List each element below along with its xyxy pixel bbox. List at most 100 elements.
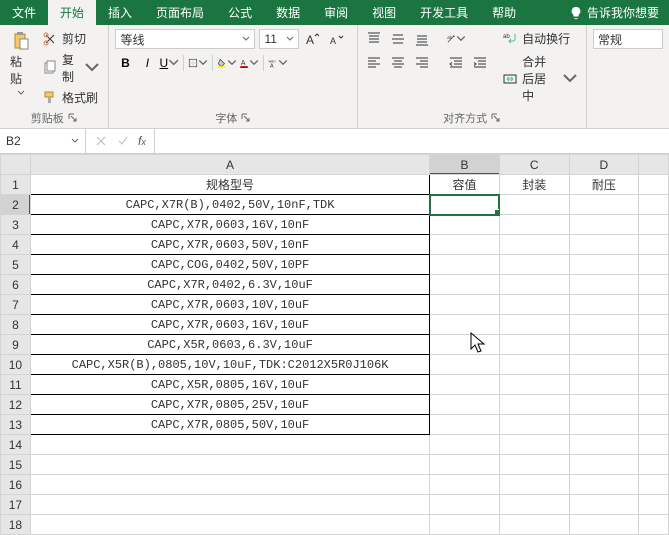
menu-tab-file[interactable]: 文件	[0, 0, 48, 25]
cell[interactable]	[430, 515, 500, 535]
cell[interactable]	[430, 295, 500, 315]
col-header-B[interactable]: B	[430, 155, 500, 175]
menu-tab-devtools[interactable]: 开发工具	[408, 0, 480, 25]
cell[interactable]: CAPC,X7R,0603,16V,10uF	[30, 315, 429, 335]
menu-tab-data[interactable]: 数据	[264, 0, 312, 25]
cell[interactable]	[639, 275, 669, 295]
row-header[interactable]: 5	[1, 255, 31, 275]
border-button[interactable]	[188, 53, 208, 73]
cell[interactable]	[569, 375, 639, 395]
dialog-launcher-icon[interactable]	[68, 113, 78, 123]
cell[interactable]	[430, 315, 500, 335]
cell[interactable]	[430, 395, 500, 415]
cell[interactable]	[569, 415, 639, 435]
cell[interactable]	[569, 195, 639, 215]
decrease-font-button[interactable]: A	[327, 29, 347, 49]
cell[interactable]	[499, 455, 569, 475]
cell[interactable]	[569, 395, 639, 415]
cell[interactable]	[430, 355, 500, 375]
fill-color-button[interactable]	[217, 53, 237, 73]
copy-button[interactable]: 复制	[40, 50, 102, 86]
row-header[interactable]: 14	[1, 435, 31, 455]
row-header[interactable]: 1	[1, 175, 31, 195]
col-header-A[interactable]: A	[30, 155, 429, 175]
cell[interactable]	[499, 255, 569, 275]
cell[interactable]	[430, 475, 500, 495]
row-header[interactable]: 10	[1, 355, 31, 375]
cell[interactable]	[639, 315, 669, 335]
row-header[interactable]: 13	[1, 415, 31, 435]
cell[interactable]	[569, 315, 639, 335]
cell[interactable]	[499, 435, 569, 455]
row-header[interactable]: 9	[1, 335, 31, 355]
cell[interactable]	[430, 455, 500, 475]
menu-tab-pagelayout[interactable]: 页面布局	[144, 0, 216, 25]
cell[interactable]	[430, 435, 500, 455]
cell[interactable]	[430, 335, 500, 355]
cell[interactable]	[639, 435, 669, 455]
cell[interactable]	[569, 235, 639, 255]
italic-button[interactable]: I	[137, 53, 157, 73]
cell[interactable]	[569, 215, 639, 235]
col-header-E[interactable]	[639, 155, 669, 175]
menu-tab-view[interactable]: 视图	[360, 0, 408, 25]
cell[interactable]	[499, 495, 569, 515]
cell[interactable]	[639, 235, 669, 255]
cell[interactable]: 封装	[499, 175, 569, 195]
align-bottom-button[interactable]	[412, 29, 432, 49]
number-format-combo[interactable]: 常规	[593, 29, 663, 49]
cell[interactable]: 容值	[430, 175, 500, 195]
row-header[interactable]: 18	[1, 515, 31, 535]
col-header-C[interactable]: C	[499, 155, 569, 175]
select-all-corner[interactable]	[1, 155, 31, 175]
cell[interactable]	[30, 435, 429, 455]
cell[interactable]	[499, 295, 569, 315]
align-left-button[interactable]	[364, 53, 384, 73]
cell[interactable]: CAPC,X7R,0805,50V,10uF	[30, 415, 429, 435]
cell[interactable]	[499, 195, 569, 215]
row-header[interactable]: 3	[1, 215, 31, 235]
cell[interactable]	[569, 335, 639, 355]
cell[interactable]: CAPC,X5R,0805,16V,10uF	[30, 375, 429, 395]
paste-button[interactable]: 粘贴	[6, 29, 36, 108]
cell[interactable]: CAPC,X7R(B),0402,50V,10nF,TDK	[30, 195, 429, 215]
cell[interactable]	[499, 475, 569, 495]
cell[interactable]	[430, 235, 500, 255]
menu-tab-help[interactable]: 帮助	[480, 0, 528, 25]
row-header[interactable]: 17	[1, 495, 31, 515]
cell[interactable]	[499, 415, 569, 435]
increase-font-button[interactable]: A	[303, 29, 323, 49]
cell[interactable]	[499, 215, 569, 235]
font-size-combo[interactable]: 11	[259, 29, 299, 49]
cell[interactable]	[430, 275, 500, 295]
row-header[interactable]: 16	[1, 475, 31, 495]
cell[interactable]	[639, 475, 669, 495]
align-middle-button[interactable]	[388, 29, 408, 49]
cell[interactable]: CAPC,X7R,0603,16V,10nF	[30, 215, 429, 235]
col-header-D[interactable]: D	[569, 155, 639, 175]
cell[interactable]	[569, 295, 639, 315]
cell[interactable]	[569, 475, 639, 495]
row-header[interactable]: 15	[1, 455, 31, 475]
cell[interactable]	[30, 455, 429, 475]
cell[interactable]	[430, 495, 500, 515]
row-header[interactable]: 7	[1, 295, 31, 315]
cell[interactable]	[430, 215, 500, 235]
cell[interactable]	[499, 335, 569, 355]
cell[interactable]	[569, 255, 639, 275]
cell[interactable]: CAPC,X7R,0805,25V,10uF	[30, 395, 429, 415]
cell[interactable]: CAPC,X7R,0402,6.3V,10uF	[30, 275, 429, 295]
cell[interactable]: 规格型号	[30, 175, 429, 195]
cell[interactable]	[569, 495, 639, 515]
cell[interactable]	[499, 515, 569, 535]
cell[interactable]: CAPC,X5R,0603,6.3V,10uF	[30, 335, 429, 355]
cell[interactable]	[430, 375, 500, 395]
cell[interactable]	[569, 275, 639, 295]
row-header[interactable]: 8	[1, 315, 31, 335]
decrease-indent-button[interactable]	[446, 53, 466, 73]
menu-tab-insert[interactable]: 插入	[96, 0, 144, 25]
cell[interactable]	[569, 355, 639, 375]
cell[interactable]	[30, 475, 429, 495]
cell[interactable]	[430, 415, 500, 435]
menu-tab-home[interactable]: 开始	[48, 0, 96, 25]
